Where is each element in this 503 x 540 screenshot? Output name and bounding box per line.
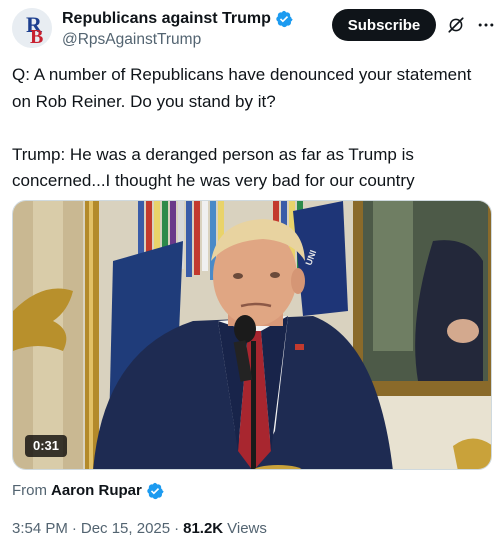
avatar[interactable]: R B bbox=[12, 8, 52, 48]
display-name-row: Republicans against Trump bbox=[62, 9, 293, 28]
verified-badge-icon bbox=[276, 10, 293, 27]
video-frame: UNI bbox=[13, 201, 491, 469]
tweet-time[interactable]: 3:54 PM bbox=[12, 519, 68, 538]
separator: · bbox=[174, 520, 180, 537]
more-icon[interactable] bbox=[476, 15, 496, 35]
tweet-meta: 3:54 PM · Dec 15, 2025 · 81.2K Views bbox=[12, 519, 267, 538]
tweet-header: R B Republicans against Trump @RpsAgains… bbox=[12, 8, 496, 48]
video-duration-badge: 0:31 bbox=[25, 435, 68, 457]
avatar-letter-b: B bbox=[30, 26, 43, 48]
author-display-name[interactable]: Republicans against Trump bbox=[62, 9, 271, 28]
views-count[interactable]: 81.2K bbox=[183, 519, 223, 538]
author-names: Republicans against Trump @RpsAgainstTru… bbox=[62, 9, 293, 49]
attribution-prefix: From bbox=[12, 482, 47, 499]
attribution-name[interactable]: Aaron Rupar bbox=[51, 481, 142, 500]
subscribe-button[interactable]: Subscribe bbox=[332, 9, 436, 41]
views-label: Views bbox=[227, 520, 267, 537]
video-attribution: From Aaron Rupar bbox=[12, 481, 164, 500]
tweet-text: Q: A number of Republicans have denounce… bbox=[12, 65, 472, 190]
avatar-image: R B bbox=[12, 8, 52, 48]
video-player[interactable]: UNI 0:31 bbox=[12, 200, 492, 470]
verified-badge-icon bbox=[147, 482, 164, 499]
grok-icon[interactable] bbox=[447, 16, 465, 34]
tweet-date[interactable]: Dec 15, 2025 bbox=[81, 519, 170, 538]
separator: · bbox=[71, 520, 77, 537]
author-handle[interactable]: @RpsAgainstTrump bbox=[62, 30, 293, 49]
